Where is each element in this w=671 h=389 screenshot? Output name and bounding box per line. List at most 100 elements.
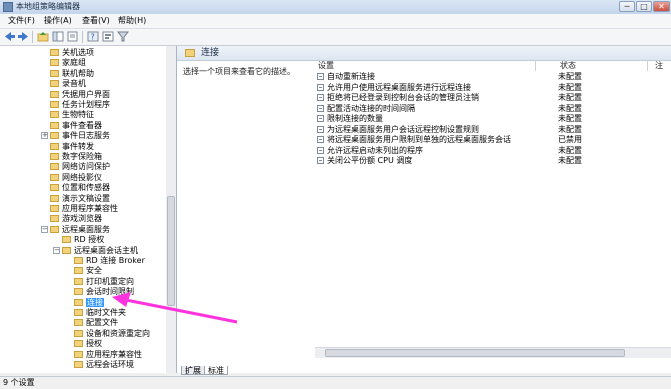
tab-standard[interactable]: 标准: [204, 366, 228, 375]
menu-file[interactable]: 文件(F): [6, 15, 37, 27]
tree-item[interactable]: RD 连接 Broker: [74, 256, 145, 265]
svg-text:?: ?: [91, 33, 95, 42]
tree-item[interactable]: 事件查看器: [50, 121, 102, 130]
folder-icon: [74, 329, 83, 337]
policy-row[interactable]: 配置活动连接的时间间隔 未配置: [315, 104, 667, 113]
tree-item[interactable]: 录音机: [50, 79, 86, 88]
column-note[interactable]: 注: [655, 61, 663, 70]
navigation-tree[interactable]: 关机选项 家庭组联机帮助 录音机凭据用户界面 任务计划程序 生物特征事件查看器 事件日志服…: [0, 46, 177, 373]
folder-icon: [50, 225, 59, 233]
filter-icon[interactable]: [116, 31, 130, 42]
tree-item[interactable]: 远程桌面服务: [50, 225, 110, 234]
menu-help[interactable]: 帮助(H): [116, 15, 148, 27]
tree-item[interactable]: 连接: [74, 297, 104, 307]
menu-view[interactable]: 查看(V): [80, 15, 112, 27]
tree-item[interactable]: 安全: [74, 266, 102, 275]
collapse-icon[interactable]: −: [41, 225, 48, 233]
tree-item[interactable]: 临时文件夹: [74, 308, 126, 317]
tree-item[interactable]: 联机帮助: [50, 69, 94, 78]
policy-state: 未配置: [558, 124, 582, 134]
policy-row[interactable]: 关闭公平份额 CPU 调度 未配置: [315, 156, 667, 165]
tree-scrollbar-thumb[interactable]: [167, 196, 175, 306]
close-button[interactable]: ✕: [653, 1, 670, 12]
tree-scrollbar[interactable]: [166, 46, 176, 373]
forward-icon[interactable]: [17, 31, 29, 42]
tree-item[interactable]: 会话时间限制: [74, 287, 134, 296]
policy-name: 关闭公平份额 CPU 调度: [327, 156, 413, 165]
folder-icon: [50, 184, 59, 192]
title-bar: 本地组策略编辑器 ─ □ ✕: [0, 0, 671, 15]
export-list-icon[interactable]: [67, 31, 79, 42]
minimize-button[interactable]: ─: [619, 1, 635, 12]
help-icon[interactable]: ?: [87, 31, 99, 42]
tree-item[interactable]: 打印机重定向: [74, 277, 134, 286]
collapse-icon[interactable]: −: [53, 246, 60, 254]
folder-icon: [50, 90, 59, 98]
up-folder-icon[interactable]: [37, 31, 49, 42]
expand-icon[interactable]: +: [41, 132, 48, 140]
list-scrollbar[interactable]: [315, 347, 671, 358]
tree-item[interactable]: 网络访问保护: [50, 162, 110, 171]
tree-item-label: 远程桌面服务: [62, 224, 110, 234]
folder-icon: [50, 132, 59, 140]
menu-action[interactable]: 操作(A): [42, 15, 74, 27]
policy-row[interactable]: 自动重新连接 未配置: [315, 72, 667, 81]
policy-state: 未配置: [558, 103, 582, 113]
tree-item[interactable]: 家庭组: [50, 58, 86, 67]
tree-item[interactable]: 应用程序兼容性: [50, 204, 118, 213]
folder-icon: [50, 215, 59, 223]
policy-setting-icon: [317, 115, 324, 122]
tree-item[interactable]: 数字保险箱: [50, 152, 102, 161]
column-divider[interactable]: [647, 61, 648, 71]
tree-item[interactable]: 关机选项: [50, 48, 94, 57]
tree-item[interactable]: 位置和传感器: [50, 183, 110, 192]
policy-state: 未配置: [558, 145, 582, 155]
tree-item[interactable]: 游戏浏览器: [50, 214, 102, 223]
toolbar-separator: [32, 31, 33, 43]
folder-icon: [74, 361, 83, 368]
policy-setting-icon: [317, 136, 324, 143]
tree-item-label: RD 授权: [74, 235, 105, 245]
tree-item[interactable]: 生物特征: [50, 110, 94, 119]
tree-item[interactable]: RD 授权: [62, 235, 104, 244]
content-header: 连接: [177, 46, 671, 61]
tree-item[interactable]: 远程会话环境: [74, 360, 134, 369]
tree-item[interactable]: 网络投影仪: [50, 173, 102, 182]
tab-extended[interactable]: 扩展: [181, 366, 205, 375]
content-pane: 连接 选择一个项目来查看它的描述。 设置 状态 注 自动重新连接 未配置 允许用户使…: [177, 46, 671, 373]
maximize-button[interactable]: □: [636, 1, 652, 12]
tree-item[interactable]: 事件日志服务: [50, 131, 110, 140]
policy-state: 已禁用: [558, 135, 582, 144]
policy-row[interactable]: 将远程桌面服务用户限制到单独的远程桌面服务会话 已禁用: [315, 135, 667, 144]
policy-setting-icon: [317, 83, 324, 91]
policy-row[interactable]: 为远程桌面服务用户会话远程控制设置规则 未配置: [315, 125, 667, 134]
list-scrollbar-thumb[interactable]: [325, 349, 625, 357]
folder-icon: [74, 257, 83, 264]
column-divider[interactable]: [535, 61, 536, 71]
tree-item-label: 配置文件: [86, 318, 118, 328]
policy-row[interactable]: 允许用户使用远程桌面服务进行远程连接 未配置: [315, 83, 667, 92]
back-icon[interactable]: [4, 31, 16, 42]
tree-item[interactable]: 演示文稿设置: [50, 194, 110, 203]
policy-row[interactable]: 拒绝将已经登录到控制台会话的管理员注销 未配置: [315, 93, 667, 102]
tree-item[interactable]: 设备和资源重定向: [74, 329, 150, 338]
tree-item[interactable]: 凭据用户界面: [50, 90, 110, 99]
tree-item-label: 临时文件夹: [86, 308, 126, 317]
policy-state: 未配置: [558, 114, 582, 123]
column-setting[interactable]: 设置: [318, 61, 334, 70]
status-text: 9 个设置: [3, 378, 35, 387]
policy-row[interactable]: 允许远程启动未列出的程序 未配置: [315, 146, 667, 155]
tree-item[interactable]: 授权: [74, 339, 102, 348]
tree-item[interactable]: 应用程序兼容性: [74, 350, 142, 359]
column-state[interactable]: 状态: [560, 61, 576, 70]
tree-item[interactable]: 远程桌面会话主机: [62, 246, 138, 255]
show-hide-tree-icon[interactable]: [52, 31, 64, 42]
tree-item[interactable]: 任务计划程序: [50, 100, 110, 109]
properties-icon[interactable]: [102, 31, 114, 42]
tree-item[interactable]: 事件转发: [50, 142, 94, 151]
tree-item-label: 应用程序兼容性: [86, 349, 142, 359]
policy-row[interactable]: 限制连接的数量 未配置: [315, 114, 667, 123]
folder-icon: [74, 319, 83, 327]
tree-item[interactable]: 配置文件: [74, 318, 118, 327]
folder-icon: [50, 101, 59, 108]
